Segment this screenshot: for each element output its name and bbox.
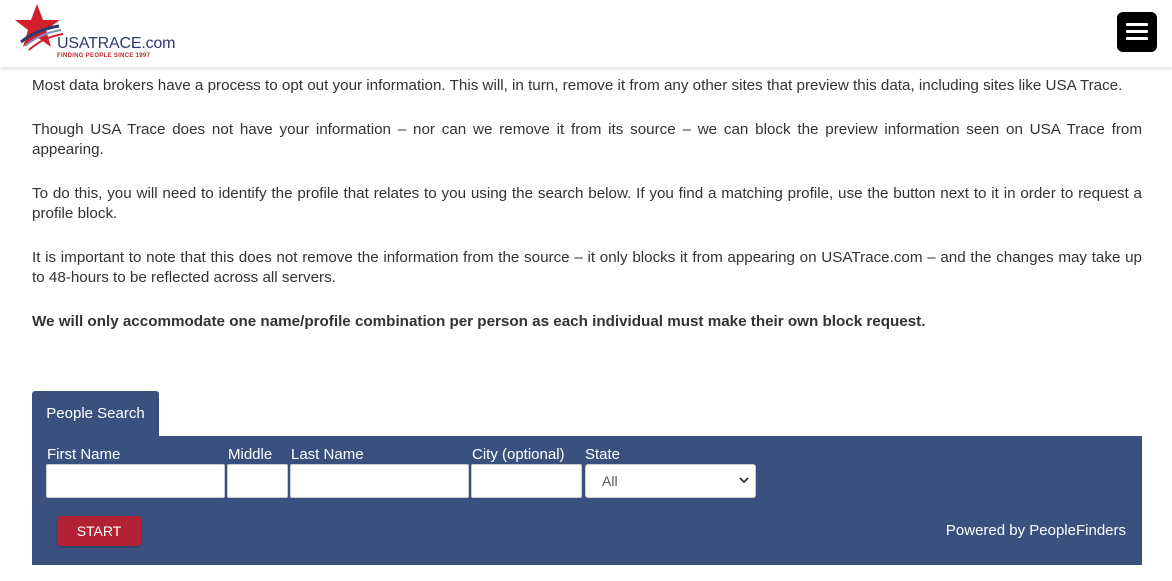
info-paragraph: To do this, you will need to identify th… — [32, 185, 1142, 222]
city-label: City (optional) — [472, 446, 565, 463]
logo-wordmark: USATRACE.com — [57, 35, 176, 52]
policy-notice: We will only accommodate one name/profil… — [32, 313, 926, 330]
first-name-field[interactable] — [46, 464, 225, 498]
hamburger-menu-icon-line — [1126, 30, 1148, 33]
info-paragraph: It is important to note that this does n… — [32, 249, 1142, 286]
logo-tagline: FINDING PEOPLE SINCE 1997 — [57, 53, 151, 59]
hamburger-menu-icon-line — [1126, 37, 1148, 40]
last-name-field[interactable] — [290, 464, 469, 498]
usatrace-logo[interactable]: USATRACE.com FINDING PEOPLE SINCE 1997 — [15, 2, 185, 62]
chevron-down-icon — [739, 477, 749, 484]
city-field[interactable] — [471, 464, 582, 498]
powered-by-text: Powered by PeopleFinders — [945, 522, 1126, 539]
tab-people-search[interactable]: People Search — [32, 391, 159, 437]
info-paragraph: Though USA Trace does not have your info… — [32, 121, 1142, 158]
first-name-label: First Name — [47, 446, 121, 463]
state-label: State — [585, 446, 621, 463]
info-paragraph: Most data brokers have a process to opt … — [32, 77, 1123, 94]
opt-out-info: Most data brokers have a process to opt … — [32, 76, 1142, 356]
people-search-form: First Name Middle Last Name City (option… — [32, 436, 1142, 565]
state-select[interactable]: All — [585, 464, 756, 498]
start-search-button[interactable]: START — [57, 516, 141, 546]
hamburger-menu-button[interactable] — [1117, 12, 1157, 52]
middle-name-label: Middle — [228, 446, 273, 463]
middle-name-field[interactable] — [227, 464, 288, 498]
state-selected-value: All — [602, 473, 618, 489]
last-name-label: Last Name — [291, 446, 364, 463]
hamburger-menu-icon — [1126, 23, 1148, 26]
site-header: USATRACE.com FINDING PEOPLE SINCE 1997 — [0, 0, 1172, 67]
